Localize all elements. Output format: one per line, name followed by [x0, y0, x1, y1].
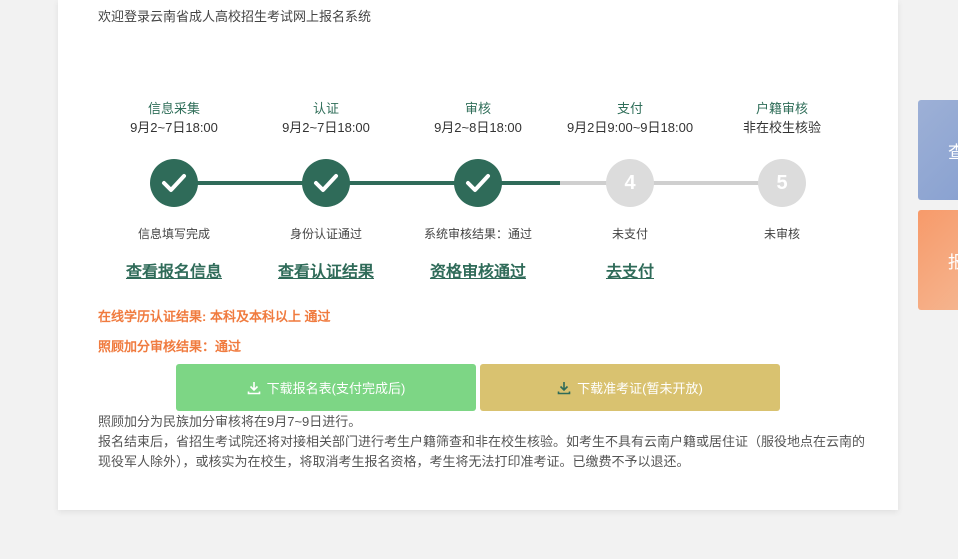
side-tab-query-label: 查 [948, 143, 958, 162]
view-registration-link[interactable]: 查看报名信息 [99, 258, 249, 282]
step-4-number-badge: 4 [606, 159, 654, 207]
step-3-status: 系统审核结果：通过 [423, 227, 532, 241]
step-5-status: 未审核 [763, 227, 800, 241]
registration-card: 欢迎登录云南省成人高校招生考试网上报名系统 信息采集 9月2~7日18:00 信… [58, 0, 898, 510]
step-3-header: 审核 9月2~8日18:00 [403, 100, 553, 138]
go-pay-link[interactable]: 去支付 [555, 258, 705, 282]
step-3-check-icon [454, 159, 502, 207]
note-line-1: 照顾加分为民族加分审核将在9月7~9日进行。 [98, 414, 362, 429]
step-1-status: 信息填写完成 [137, 227, 210, 241]
download-ticket-button[interactable]: 下载准考证(暂未开放) [480, 364, 780, 411]
view-auth-result-link[interactable]: 查看认证结果 [251, 258, 401, 282]
step-date: 9月2~8日18:00 [434, 120, 522, 135]
step-4-header: 支付 9月2日9:00~9日18:00 [555, 100, 705, 138]
download-form-label: 下载报名表(支付完成后) [266, 381, 406, 396]
step-date: 9月2~7日18:00 [282, 120, 370, 135]
welcome-text: 欢迎登录云南省成人高校招生考试网上报名系统 [98, 9, 372, 24]
step-2-status: 身份认证通过 [289, 227, 362, 241]
step-title: 审核 [464, 101, 491, 116]
side-tab-query[interactable]: 查 [918, 100, 958, 200]
bonus-review-result: 照顾加分审核结果：通过 [98, 339, 242, 354]
qualification-passed-link[interactable]: 资格审核通过 [403, 258, 553, 282]
download-form-button[interactable]: 下载报名表(支付完成后) [176, 364, 476, 411]
side-tab-register-label: 报 [948, 253, 958, 272]
step-1-header: 信息采集 9月2~7日18:00 [99, 100, 249, 138]
step-4-status: 未支付 [611, 227, 648, 241]
step-date: 9月2~7日18:00 [130, 120, 218, 135]
education-result: 在线学历认证结果: 本科及本科以上 通过 [98, 309, 331, 324]
download-ticket-label: 下载准考证(暂未开放) [577, 381, 703, 396]
download-icon [557, 381, 571, 394]
step-date: 9月2日9:00~9日18:00 [566, 120, 694, 135]
step-title: 户籍审核 [755, 101, 808, 116]
step-2-header: 认证 9月2~7日18:00 [251, 100, 401, 138]
step-1-check-icon [150, 159, 198, 207]
step-2-check-icon [302, 159, 350, 207]
step-title: 信息采集 [147, 101, 200, 116]
step-title: 支付 [616, 101, 643, 116]
note-line-2: 报名结束后，省招生考试院还将对接相关部门进行考生户籍筛查和非在校生核验。如考生不… [98, 434, 866, 469]
step-5-header: 户籍审核 非在校生核验 [707, 100, 857, 138]
side-tab-register[interactable]: 报 [918, 210, 958, 310]
step-date: 非在校生核验 [742, 120, 821, 135]
step-5-number-badge: 5 [758, 159, 806, 207]
notes-block: 照顾加分为民族加分审核将在9月7~9日进行。 报名结束后，省招生考试院还将对接相… [98, 412, 868, 472]
step-title: 认证 [312, 101, 339, 116]
download-icon [247, 381, 260, 394]
